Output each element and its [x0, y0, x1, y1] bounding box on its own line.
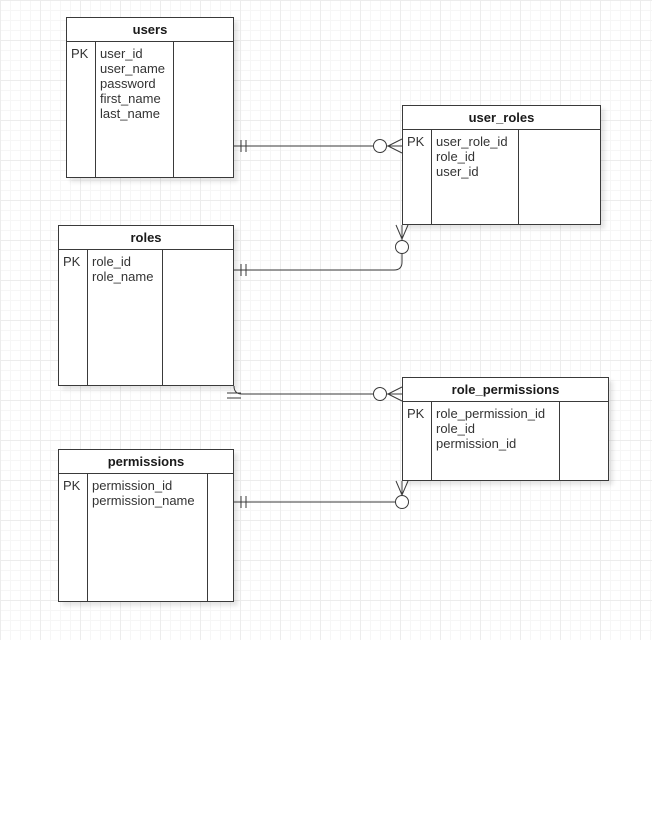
entity-role-permissions[interactable]: role_permissions PK role_permission_id r…	[402, 377, 609, 481]
pk-label: PK	[59, 474, 88, 601]
field: user_id	[436, 164, 479, 179]
crowfoot-many	[386, 386, 403, 402]
field: user_role_id	[436, 134, 508, 149]
pk-label: PK	[59, 250, 88, 385]
entity-title: roles	[59, 226, 233, 250]
entity-body: PK permission_id permission_name	[59, 474, 233, 601]
field-list: user_id user_name password first_name la…	[96, 42, 174, 177]
field: user_id	[100, 46, 143, 61]
entity-body: PK user_role_id role_id user_id	[403, 130, 600, 224]
relationship-line	[233, 385, 374, 395]
entity-user-roles[interactable]: user_roles PK user_role_id role_id user_…	[402, 105, 601, 225]
entity-roles[interactable]: roles PK role_id role_name	[58, 225, 234, 386]
crowfoot-many	[395, 224, 409, 241]
field-list: role_permission_id role_id permission_id	[432, 402, 560, 480]
field: first_name	[100, 91, 161, 106]
field: role_id	[92, 254, 132, 269]
field: role_permission_id	[436, 406, 546, 421]
entity-body: PK user_id user_name password first_name…	[67, 42, 233, 177]
field: last_name	[100, 106, 160, 121]
entity-title: permissions	[59, 450, 233, 474]
entity-body: PK role_permission_id role_id permission…	[403, 402, 608, 480]
field: role_id	[436, 149, 476, 164]
entity-title: users	[67, 18, 233, 42]
zero-optional-circle	[373, 387, 387, 401]
entity-title: user_roles	[403, 106, 600, 130]
field: permission_id	[436, 436, 517, 451]
field: permission_name	[92, 493, 195, 508]
zero-optional-circle	[395, 495, 409, 509]
field-list: permission_id permission_name	[88, 474, 208, 601]
zero-optional-circle	[373, 139, 387, 153]
field: password	[100, 76, 156, 91]
field-list: role_id role_name	[88, 250, 163, 385]
pk-label: PK	[403, 402, 432, 480]
pk-label: PK	[67, 42, 96, 177]
zero-optional-circle	[395, 240, 409, 254]
field: user_name	[100, 61, 166, 76]
entity-title: role_permissions	[403, 378, 608, 402]
field-list: user_role_id role_id user_id	[432, 130, 519, 224]
pk-label: PK	[403, 130, 432, 224]
field: role_name	[92, 269, 154, 284]
crowfoot-many	[395, 480, 409, 497]
entity-users[interactable]: users PK user_id user_name password firs…	[66, 17, 234, 178]
entity-body: PK role_id role_name	[59, 250, 233, 385]
entity-permissions[interactable]: permissions PK permission_id permission_…	[58, 449, 234, 602]
relationship-line	[234, 253, 403, 271]
field: role_id	[436, 421, 476, 436]
crowfoot-many	[386, 138, 403, 154]
field: permission_id	[92, 478, 173, 493]
